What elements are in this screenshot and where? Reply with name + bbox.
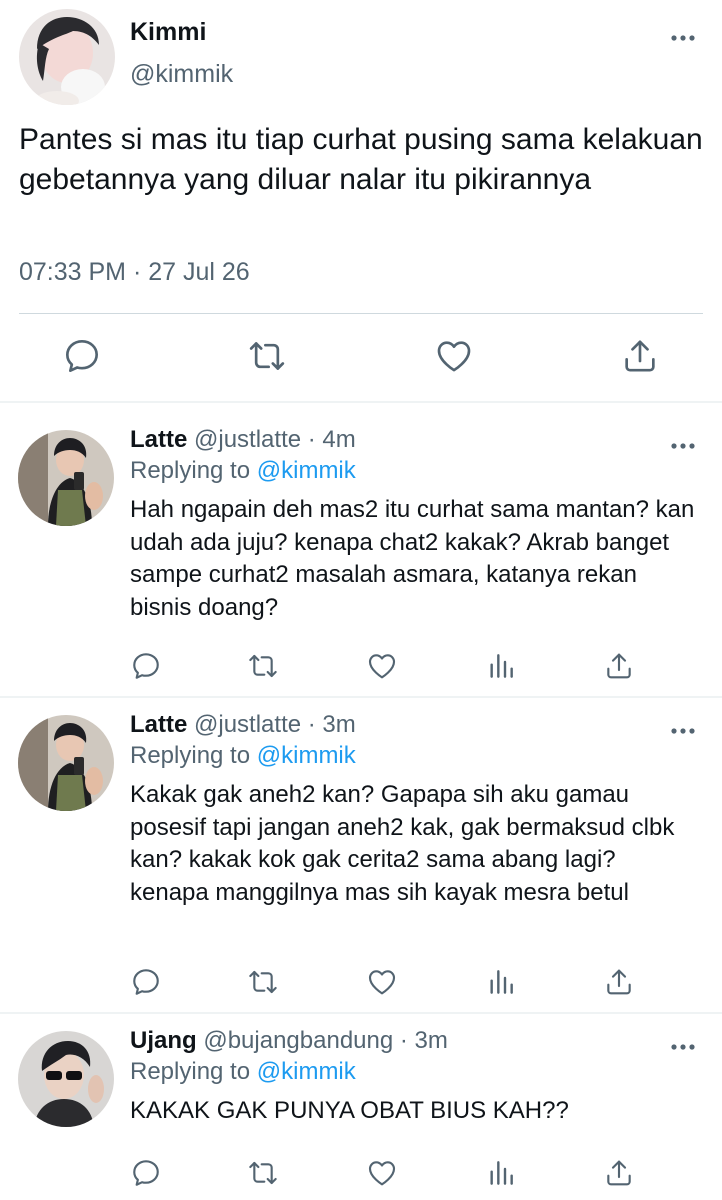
- retweet-icon[interactable]: [247, 1157, 279, 1189]
- reply-icon[interactable]: [62, 336, 102, 376]
- retweet-icon[interactable]: [247, 966, 279, 998]
- reply-tweet[interactable]: Latte @justlatte · 3m Replying to @kimmi…: [0, 699, 722, 1012]
- author-name[interactable]: Latte: [130, 711, 187, 738]
- avatar[interactable]: [18, 715, 114, 811]
- tweet-timestamp[interactable]: 07:33 PM · 27 Jul 26: [19, 258, 250, 287]
- author-handle[interactable]: @bujangbandung · 3m: [203, 1027, 448, 1054]
- mention-link[interactable]: @kimmik: [257, 457, 356, 484]
- reply-text: Kakak gak aneh2 kan? Gapapa sih aku gama…: [130, 781, 675, 906]
- share-icon[interactable]: [620, 336, 660, 376]
- author-handle[interactable]: @justlatte · 4m: [194, 426, 356, 453]
- like-icon[interactable]: [366, 966, 398, 998]
- tweet-text: Pantes si mas itu tiap curhat pusing sam…: [19, 123, 703, 196]
- reply-text: KAKAK GAK PUNYA OBAT BIUS KAH??: [130, 1097, 569, 1124]
- retweet-icon[interactable]: [247, 650, 279, 682]
- replying-prefix: Replying to: [130, 742, 251, 769]
- author-handle[interactable]: @kimmik: [130, 60, 233, 89]
- replying-prefix: Replying to: [130, 1058, 251, 1085]
- author-name[interactable]: Kimmi: [130, 18, 206, 47]
- reply-header: Latte @justlatte · 4m: [130, 426, 356, 454]
- more-options-icon[interactable]: [668, 436, 698, 456]
- analytics-icon[interactable]: [485, 966, 517, 998]
- reply-text: Hah ngapain deh mas2 itu curhat sama man…: [130, 496, 695, 621]
- mention-link[interactable]: @kimmik: [257, 742, 356, 769]
- reply-tweet[interactable]: Ujang @bujangbandung · 3m Replying to @k…: [0, 1015, 722, 1200]
- like-icon[interactable]: [366, 650, 398, 682]
- mention-link[interactable]: @kimmik: [257, 1058, 356, 1085]
- avatar[interactable]: [18, 430, 114, 526]
- retweet-icon[interactable]: [247, 336, 287, 376]
- author-name[interactable]: Ujang: [130, 1027, 197, 1054]
- avatar[interactable]: [19, 9, 115, 105]
- reply-icon[interactable]: [130, 966, 162, 998]
- like-icon[interactable]: [366, 1157, 398, 1189]
- reply-tweet[interactable]: Latte @justlatte · 4m Replying to @kimmi…: [0, 414, 722, 696]
- divider: [0, 1012, 722, 1014]
- share-icon[interactable]: [603, 650, 635, 682]
- like-icon[interactable]: [434, 336, 474, 376]
- reply-icon[interactable]: [130, 650, 162, 682]
- analytics-icon[interactable]: [485, 650, 517, 682]
- replying-to: Replying to @kimmik: [130, 457, 356, 485]
- reply-header: Latte @justlatte · 3m: [130, 711, 356, 739]
- more-options-icon[interactable]: [668, 1037, 698, 1057]
- main-tweet: Kimmi @kimmik Pantes si mas itu tiap cur…: [0, 0, 722, 400]
- avatar[interactable]: [18, 1031, 114, 1127]
- divider: [0, 401, 722, 403]
- author-handle[interactable]: @justlatte · 3m: [194, 711, 356, 738]
- more-options-icon[interactable]: [668, 721, 698, 741]
- replying-to: Replying to @kimmik: [130, 742, 356, 770]
- share-icon[interactable]: [603, 1157, 635, 1189]
- share-icon[interactable]: [603, 966, 635, 998]
- author-name[interactable]: Latte: [130, 426, 187, 453]
- divider: [19, 313, 703, 314]
- reply-header: Ujang @bujangbandung · 3m: [130, 1027, 448, 1055]
- analytics-icon[interactable]: [485, 1157, 517, 1189]
- replying-to: Replying to @kimmik: [130, 1058, 356, 1086]
- divider: [0, 696, 722, 698]
- replying-prefix: Replying to: [130, 457, 251, 484]
- more-options-icon[interactable]: [668, 28, 698, 48]
- reply-icon[interactable]: [130, 1157, 162, 1189]
